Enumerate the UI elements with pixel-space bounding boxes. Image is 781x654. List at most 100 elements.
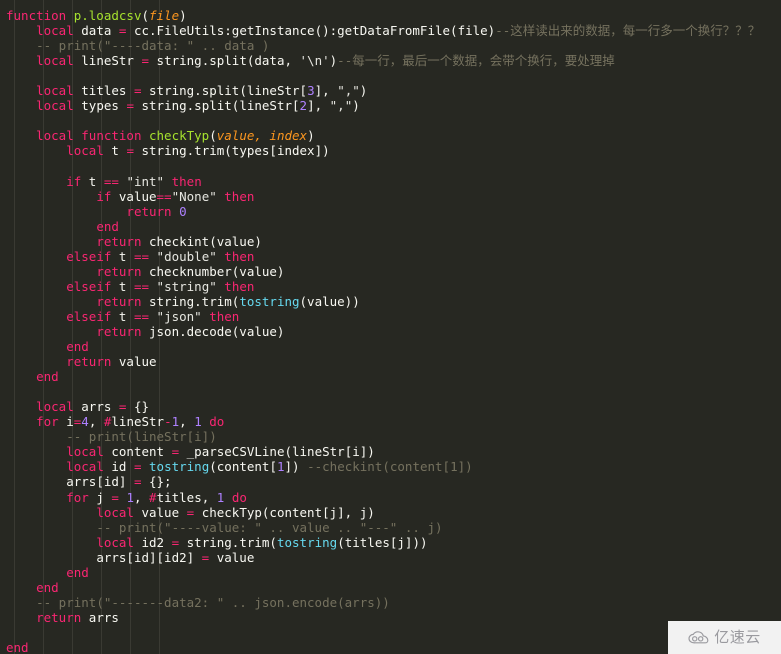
- code-token: [6, 204, 126, 219]
- code-token: checknumber(value): [141, 264, 284, 279]
- code-token: [6, 294, 96, 309]
- code-token: 1: [277, 459, 285, 474]
- code-token: ): [360, 83, 368, 98]
- code-token: ==: [134, 309, 149, 324]
- code-token: 3: [307, 83, 315, 98]
- code-line: if value=="None" then: [0, 189, 781, 204]
- code-token: local: [36, 98, 74, 113]
- code-token: j: [89, 490, 112, 505]
- code-line: end: [0, 640, 781, 654]
- code-token: --这样读出来的数据，每一行多一个换行？？？: [495, 23, 760, 38]
- code-line: return 0: [0, 204, 781, 219]
- code-token: local: [36, 83, 74, 98]
- code-line: elseif t == "string" then: [0, 279, 781, 294]
- code-token: -: [164, 414, 172, 429]
- code-token: [6, 279, 66, 294]
- code-line: local arrs = {}: [0, 399, 781, 414]
- code-line: local content = _parseCSVLine(lineStr[i]…: [0, 444, 781, 459]
- watermark: 亿速云: [668, 621, 781, 654]
- code-token: [6, 264, 96, 279]
- code-token: "None": [172, 189, 217, 204]
- code-token: =: [126, 98, 134, 113]
- code-token: [6, 219, 96, 234]
- code-token: return: [96, 234, 141, 249]
- code-token: return: [96, 264, 141, 279]
- code-token: [164, 174, 172, 189]
- code-token: return: [96, 324, 141, 339]
- code-line: function p.loadcsv(file): [0, 8, 781, 23]
- code-token: checkTyp: [149, 128, 209, 143]
- code-token: [6, 354, 66, 369]
- code-token: json.decode(value): [141, 324, 284, 339]
- code-token: elseif: [66, 249, 111, 264]
- code-token: [6, 505, 96, 520]
- code-token: [6, 174, 66, 189]
- code-token: [6, 550, 96, 565]
- code-token: [6, 249, 66, 264]
- code-token: value, index: [217, 128, 307, 143]
- code-token: ): [179, 8, 187, 23]
- code-line: arrs[id][id2] = value: [0, 550, 781, 565]
- code-token: "string": [157, 279, 217, 294]
- code-token: (: [209, 128, 217, 143]
- code-token: [6, 414, 36, 429]
- code-line: local titles = string.split(lineStr[3], …: [0, 83, 781, 98]
- code-token: end: [36, 580, 59, 595]
- code-token: string.split(lineStr[: [134, 98, 300, 113]
- code-token: [6, 459, 66, 474]
- code-token: ,: [134, 490, 149, 505]
- code-token: return: [36, 610, 81, 625]
- code-token: elseif: [66, 279, 111, 294]
- code-line: -- print("-------data2: " .. json.encode…: [0, 595, 781, 610]
- code-token: return: [126, 204, 171, 219]
- code-token: [172, 204, 180, 219]
- code-token: =: [172, 535, 180, 550]
- code-token: string.split(lineStr[: [142, 83, 308, 98]
- code-token: ,: [89, 414, 104, 429]
- code-token: checkint(value): [141, 234, 261, 249]
- code-line: return checkint(value): [0, 234, 781, 249]
- code-content[interactable]: function p.loadcsv(file) local data = cc…: [0, 8, 781, 654]
- code-token: lineStr: [111, 414, 164, 429]
- code-token: [6, 580, 36, 595]
- code-line: -- print(lineStr[i]): [0, 429, 781, 444]
- code-token: types: [74, 98, 127, 113]
- code-token: [6, 324, 96, 339]
- code-token: [6, 535, 96, 550]
- code-token: [149, 309, 157, 324]
- code-editor[interactable]: function p.loadcsv(file) local data = cc…: [0, 0, 781, 654]
- code-token: _parseCSVLine(lineStr[i]): [179, 444, 375, 459]
- code-line: ​: [0, 158, 781, 173]
- code-token: [6, 83, 36, 98]
- code-line: local id = tostring(content[1]) --checki…: [0, 459, 781, 474]
- code-token: ==: [157, 189, 172, 204]
- code-line: return json.decode(value): [0, 324, 781, 339]
- code-token: =: [141, 53, 149, 68]
- code-token: [6, 399, 36, 414]
- code-token: {};: [141, 474, 171, 489]
- code-line: -- print("----value: " .. value .. "---"…: [0, 520, 781, 535]
- code-token: ],: [307, 98, 330, 113]
- code-token: {}: [126, 399, 149, 414]
- code-token: lineStr: [74, 53, 142, 68]
- cloud-icon: [688, 631, 710, 645]
- code-token: local: [96, 505, 134, 520]
- code-token: ]): [285, 459, 308, 474]
- code-line: ​: [0, 384, 781, 399]
- code-token: then: [172, 174, 202, 189]
- code-token: arrs: [81, 610, 119, 625]
- code-token: value: [111, 354, 156, 369]
- code-token: "json": [157, 309, 202, 324]
- code-token: local: [96, 535, 134, 550]
- code-token: then: [209, 309, 239, 324]
- code-line: local lineStr = string.split(data, '\n')…: [0, 53, 781, 68]
- code-token: ==: [104, 174, 119, 189]
- code-token: local function: [36, 128, 141, 143]
- code-token: elseif: [66, 309, 111, 324]
- code-token: value: [134, 505, 187, 520]
- code-token: [6, 610, 36, 625]
- code-token: t: [111, 249, 134, 264]
- code-token: local: [66, 143, 104, 158]
- code-token: ],: [315, 83, 338, 98]
- code-token: t: [111, 279, 134, 294]
